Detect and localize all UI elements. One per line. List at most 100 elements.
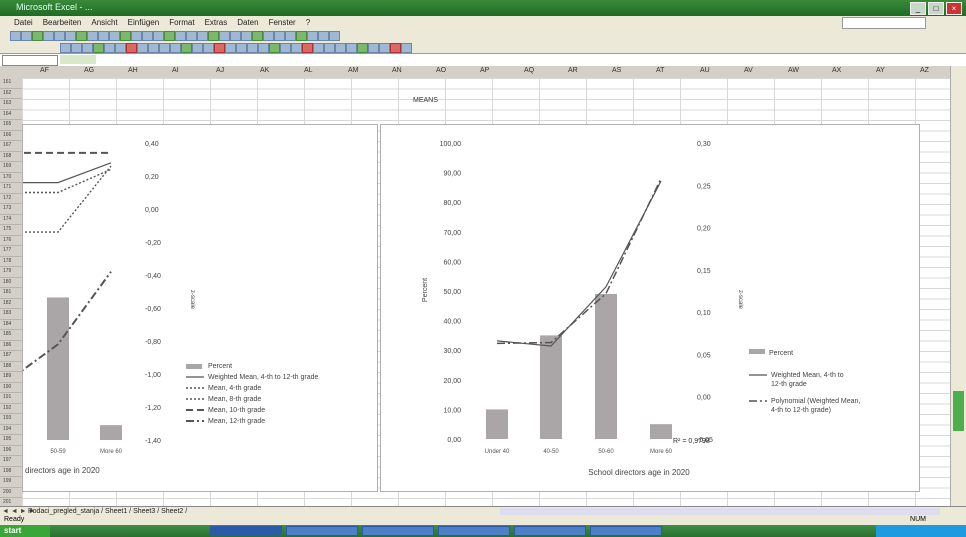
toolbar-button[interactable] <box>82 43 93 53</box>
toolbar-button[interactable] <box>71 43 82 53</box>
cell-text[interactable]: MEANS <box>413 97 438 104</box>
row-header[interactable]: 167 <box>0 141 22 152</box>
toolbar-button[interactable] <box>291 43 302 53</box>
toolbar-button[interactable] <box>335 43 346 53</box>
menu-item[interactable]: Datei <box>14 16 33 29</box>
row-header[interactable]: 162 <box>0 89 22 99</box>
taskbar-item[interactable] <box>438 526 510 536</box>
menu-item[interactable]: Einfügen <box>128 16 160 29</box>
toolbar-button[interactable] <box>208 31 219 41</box>
column-header[interactable]: AH <box>128 67 138 74</box>
toolbar-button[interactable] <box>21 31 32 41</box>
row-header[interactable]: 179 <box>0 267 22 278</box>
toolbar-button[interactable] <box>324 43 335 53</box>
vertical-scrollbar[interactable] <box>950 66 966 506</box>
toolbar-button[interactable] <box>241 31 252 41</box>
row-header[interactable]: 174 <box>0 215 22 225</box>
row-header[interactable]: 175 <box>0 225 22 236</box>
toolbar-button[interactable] <box>164 31 175 41</box>
column-header[interactable]: AR <box>568 67 578 74</box>
menu-item[interactable]: Bearbeiten <box>43 16 82 29</box>
toolbar-button[interactable] <box>247 43 258 53</box>
toolbar-button[interactable] <box>203 43 214 53</box>
row-header[interactable]: 186 <box>0 341 22 351</box>
row-header[interactable]: 173 <box>0 204 22 215</box>
row-header[interactable]: 178 <box>0 257 22 267</box>
toolbar-button[interactable] <box>274 31 285 41</box>
minimize-button[interactable]: _ <box>910 2 926 15</box>
column-header[interactable]: AL <box>304 67 313 74</box>
row-header[interactable]: 191 <box>0 393 22 404</box>
toolbar-button[interactable] <box>318 31 329 41</box>
taskbar-item[interactable] <box>362 526 434 536</box>
chart-school-directors-age[interactable]: 100,00 90,00 80,00 70,00 60,00 50,00 40,00 30,0… <box>380 124 920 492</box>
toolbar-button[interactable] <box>302 43 313 53</box>
row-header[interactable]: 196 <box>0 446 22 456</box>
toolbar-button[interactable] <box>285 31 296 41</box>
row-header[interactable]: 177 <box>0 246 22 257</box>
fx-buttons[interactable] <box>60 55 96 64</box>
toolbar-button[interactable] <box>186 31 197 41</box>
row-header[interactable]: 194 <box>0 425 22 435</box>
row-header[interactable]: 198 <box>0 467 22 477</box>
row-header[interactable]: 183 <box>0 309 22 320</box>
toolbar-button[interactable] <box>131 31 142 41</box>
toolbar-button[interactable] <box>148 43 159 53</box>
column-header[interactable]: AV <box>744 67 753 74</box>
toolbar-button[interactable] <box>296 31 307 41</box>
row-header[interactable]: 180 <box>0 278 22 288</box>
toolbar-button[interactable] <box>346 43 357 53</box>
help-search-input[interactable] <box>842 17 926 29</box>
column-header[interactable]: AU <box>700 67 710 74</box>
column-header[interactable]: AN <box>392 67 402 74</box>
close-button[interactable]: × <box>946 2 962 15</box>
chart-directors-age-left[interactable]: 50-59 More 60 0,40 0,20 0,00 -0,20 -0,40 -0,60 -… <box>22 124 378 492</box>
toolbar-button[interactable] <box>307 31 318 41</box>
row-header[interactable]: 163 <box>0 99 22 110</box>
row-header[interactable]: 199 <box>0 477 22 488</box>
toolbar-button[interactable] <box>120 31 131 41</box>
row-header[interactable]: 185 <box>0 330 22 341</box>
toolbar-button[interactable] <box>368 43 379 53</box>
scroll-thumb[interactable] <box>953 391 964 431</box>
row-header[interactable]: 170 <box>0 173 22 183</box>
toolbar-button[interactable] <box>181 43 192 53</box>
toolbar-button[interactable] <box>197 31 208 41</box>
toolbar-button[interactable] <box>390 43 401 53</box>
toolbar-button[interactable] <box>142 31 153 41</box>
column-header[interactable]: AI <box>172 67 179 74</box>
toolbar-button[interactable] <box>214 43 225 53</box>
toolbar-button[interactable] <box>401 43 412 53</box>
menu-item[interactable]: Extras <box>205 16 228 29</box>
menu-item[interactable]: Format <box>169 16 194 29</box>
row-header[interactable]: 169 <box>0 162 22 173</box>
toolbar-button[interactable] <box>54 31 65 41</box>
toolbar-button[interactable] <box>115 43 126 53</box>
toolbar-button[interactable] <box>219 31 230 41</box>
column-header[interactable]: AF <box>40 67 49 74</box>
toolbar-button[interactable] <box>153 31 164 41</box>
toolbar-button[interactable] <box>280 43 291 53</box>
row-header[interactable]: 166 <box>0 131 22 141</box>
start-button[interactable]: start <box>0 525 50 537</box>
toolbar-button[interactable] <box>263 31 274 41</box>
row-header[interactable]: 165 <box>0 120 22 131</box>
toolbar-button[interactable] <box>357 43 368 53</box>
toolbar-button[interactable] <box>93 43 104 53</box>
column-header[interactable]: AT <box>656 67 664 74</box>
menu-item[interactable]: Fenster <box>269 16 296 29</box>
column-header[interactable]: AZ <box>920 67 929 74</box>
menu-item[interactable]: Ansicht <box>91 16 117 29</box>
toolbar-button[interactable] <box>252 31 263 41</box>
toolbar-button[interactable] <box>87 31 98 41</box>
menu-item[interactable]: ? <box>306 16 310 29</box>
toolbar-button[interactable] <box>329 31 340 41</box>
row-header[interactable]: 168 <box>0 152 22 162</box>
menu-item[interactable]: Daten <box>237 16 258 29</box>
toolbar-button[interactable] <box>43 31 54 41</box>
column-header[interactable]: AX <box>832 67 841 74</box>
row-header[interactable]: 192 <box>0 404 22 414</box>
column-header[interactable]: AG <box>84 67 94 74</box>
row-header[interactable]: 176 <box>0 236 22 246</box>
row-header[interactable]: 195 <box>0 435 22 446</box>
